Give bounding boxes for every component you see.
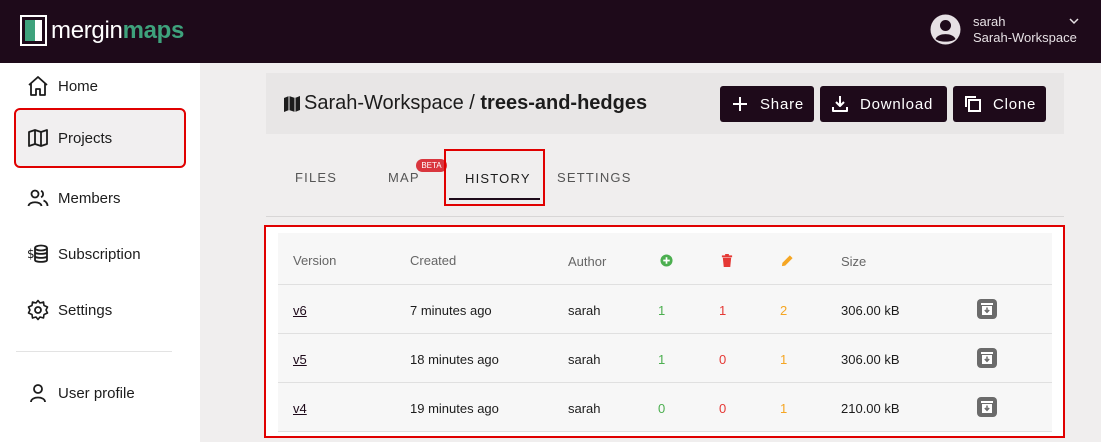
pencil-icon (781, 255, 793, 267)
clone-button[interactable]: Clone (953, 86, 1046, 122)
added-icon (660, 254, 673, 267)
breadcrumb-project: trees-and-hedges (480, 92, 648, 114)
updated-count: 1 (780, 352, 788, 367)
created-cell: 19 minutes ago (410, 401, 499, 416)
logo-text-part2: maps (122, 16, 185, 44)
tab-settings[interactable]: SETTINGS (557, 170, 632, 185)
page-title: Sarah-Workspace / trees-and-hedges (283, 92, 647, 115)
sidebar-item-home[interactable]: Home (16, 58, 184, 114)
archive-download-icon (981, 303, 993, 315)
svg-text:$: $ (27, 247, 35, 261)
share-button[interactable]: Share (720, 86, 814, 122)
added-count: 1 (658, 303, 666, 318)
tab-history[interactable]: HISTORY (444, 149, 545, 206)
logo-mark-icon (20, 15, 47, 46)
share-button-label: Share (760, 95, 805, 113)
author-cell: sarah (568, 401, 601, 416)
row-divider (278, 333, 1052, 334)
sidebar-item-settings[interactable]: Settings (16, 282, 184, 338)
avatar-icon (930, 14, 961, 45)
tabs-divider (266, 216, 1064, 217)
tab-history-label: HISTORY (465, 171, 531, 186)
sidebar-item-label: User profile (58, 384, 135, 402)
added-count: 0 (658, 401, 666, 416)
updated-count: 1 (780, 401, 788, 416)
version-link[interactable]: v6 (293, 303, 307, 318)
row-divider (278, 382, 1052, 383)
user-icon (30, 384, 46, 403)
sidebar-divider (16, 351, 172, 352)
plus-icon (733, 97, 747, 111)
coins-icon: $ (27, 244, 48, 263)
history-table: Version Created Author Size v6 7 minutes… (264, 225, 1065, 438)
download-button[interactable]: Download (820, 86, 947, 122)
home-icon (28, 76, 48, 96)
column-header-created[interactable]: Created (410, 253, 456, 268)
created-cell: 18 minutes ago (410, 352, 499, 367)
column-header-author[interactable]: Author (568, 254, 606, 269)
download-version-button[interactable] (977, 397, 997, 417)
map-icon (28, 129, 48, 147)
row-divider (278, 431, 1052, 432)
copy-icon (965, 96, 981, 112)
download-button-label: Download (860, 95, 934, 113)
logo[interactable]: merginmaps (20, 15, 184, 46)
sidebar-item-label: Settings (58, 301, 113, 319)
size-cell: 306.00 kB (841, 303, 900, 318)
sidebar-item-label: Members (58, 189, 121, 207)
trash-icon (721, 254, 733, 267)
user-text: sarah Sarah-Workspace (973, 14, 1077, 46)
clone-button-label: Clone (993, 95, 1037, 113)
sidebar-item-subscription[interactable]: $ Subscription (16, 226, 184, 282)
added-count: 1 (658, 352, 666, 367)
removed-count: 1 (719, 303, 727, 318)
user-menu[interactable]: sarah Sarah-Workspace (930, 14, 1077, 46)
logo-text-part1: mergin (51, 16, 123, 44)
users-icon (27, 189, 49, 207)
column-header-version[interactable]: Version (293, 253, 336, 268)
logo-text: merginmaps (51, 17, 184, 45)
beta-badge: BETA (416, 159, 447, 172)
sidebar-item-projects[interactable]: Projects (14, 108, 186, 168)
download-version-button[interactable] (977, 299, 997, 319)
updated-count: 2 (780, 303, 788, 318)
size-cell: 306.00 kB (841, 352, 900, 367)
column-header-size[interactable]: Size (841, 254, 866, 269)
size-cell: 210.00 kB (841, 401, 900, 416)
sidebar: Home Projects Members $ Subscription Set… (0, 63, 200, 442)
removed-count: 0 (719, 352, 727, 367)
removed-count: 0 (719, 401, 727, 416)
sidebar-item-members[interactable]: Members (16, 170, 184, 226)
user-workspace: Sarah-Workspace (973, 30, 1077, 45)
breadcrumb-workspace[interactable]: Sarah-Workspace (304, 92, 464, 115)
top-bar: merginmaps sarah Sarah-Workspace (0, 0, 1101, 63)
sidebar-item-label: Projects (58, 129, 113, 147)
sidebar-item-label: Subscription (58, 245, 141, 263)
download-icon (832, 96, 848, 112)
gear-icon (27, 299, 49, 321)
row-divider (278, 284, 1052, 285)
archive-download-icon (981, 352, 993, 364)
sidebar-item-label: Home (58, 77, 99, 95)
author-cell: sarah (568, 352, 601, 367)
created-cell: 7 minutes ago (410, 303, 492, 318)
breadcrumb-separator: / (463, 92, 481, 114)
version-link[interactable]: v5 (293, 352, 307, 367)
version-link[interactable]: v4 (293, 401, 307, 416)
chevron-down-icon[interactable] (1068, 16, 1080, 26)
user-name: sarah (973, 14, 1006, 29)
tab-map[interactable]: MAP (388, 170, 420, 185)
map-icon (284, 95, 300, 112)
author-cell: sarah (568, 303, 601, 318)
download-version-button[interactable] (977, 348, 997, 368)
active-tab-indicator (449, 198, 540, 200)
archive-download-icon (981, 401, 993, 413)
tab-files[interactable]: FILES (295, 170, 337, 185)
sidebar-item-user-profile[interactable]: User profile (16, 365, 184, 421)
